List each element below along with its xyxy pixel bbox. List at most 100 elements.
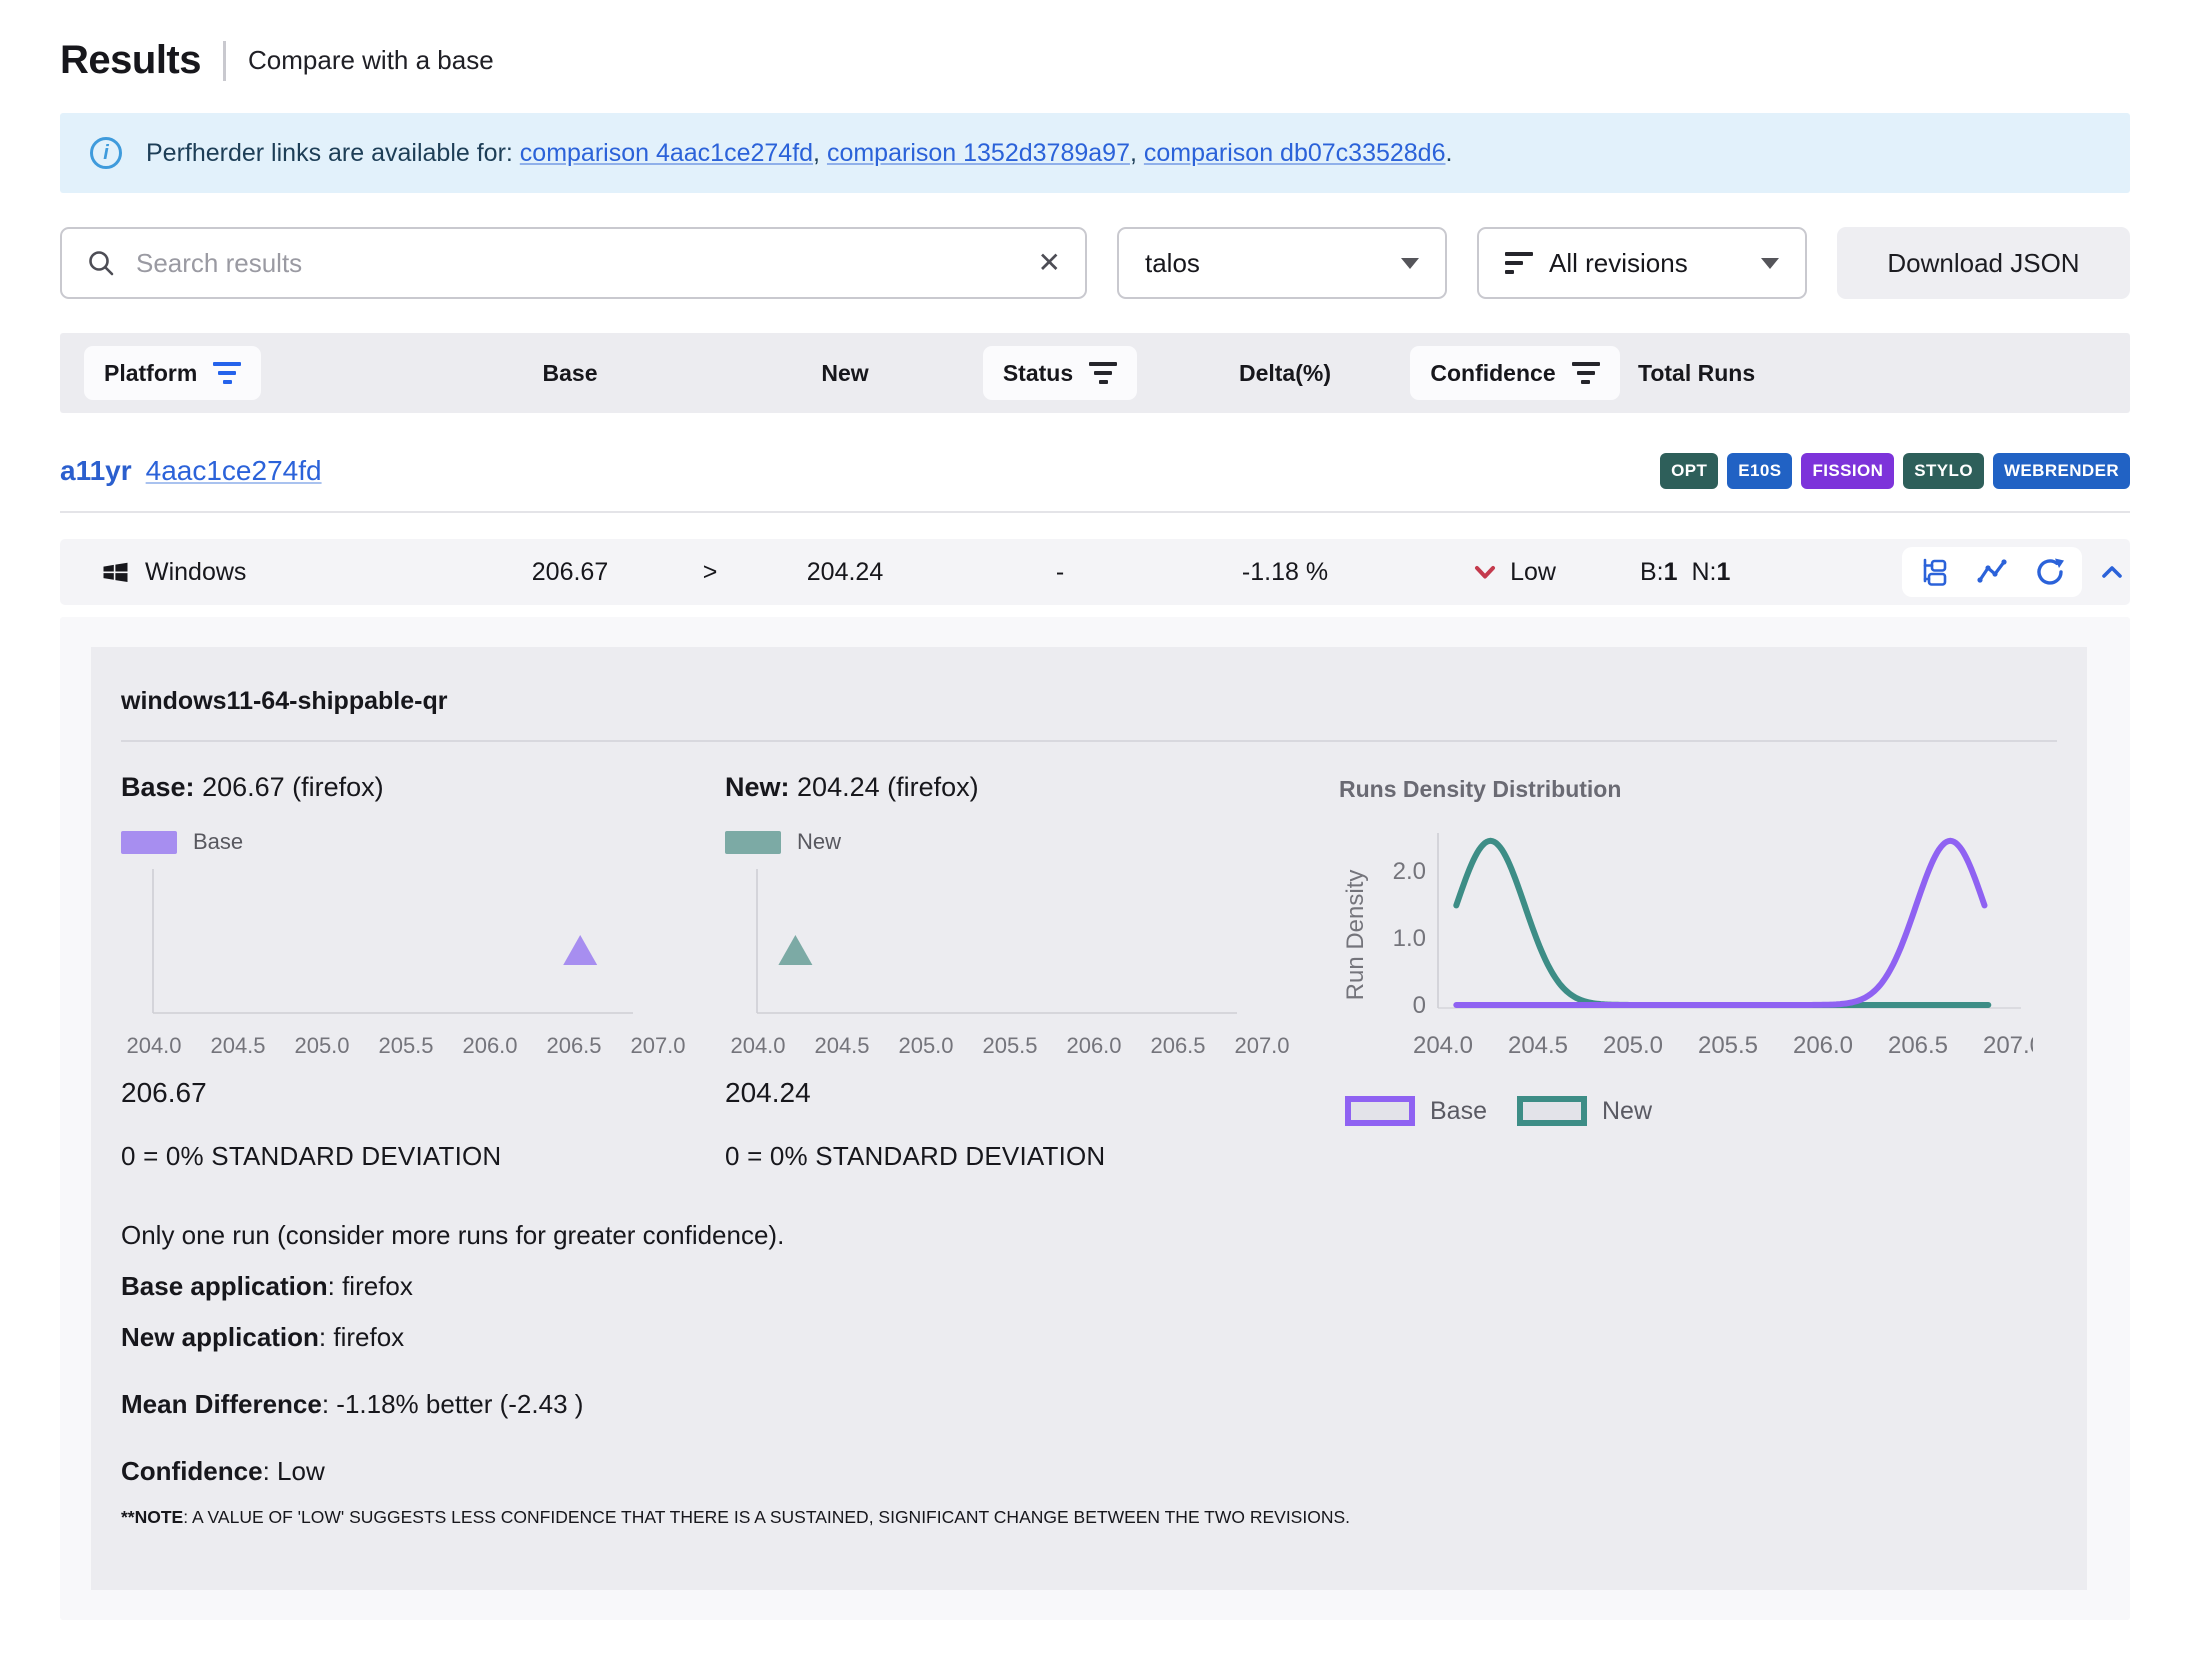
suite-row: a11yr 4aac1ce274fd OPTE10SFISSIONSTYLOWE… xyxy=(60,453,2130,489)
comparison-link[interactable]: comparison 1352d3789a97 xyxy=(827,139,1130,167)
svg-text:205.5: 205.5 xyxy=(378,1033,433,1058)
search-box[interactable]: ✕ xyxy=(60,227,1087,299)
legend-label: New xyxy=(1602,1097,1652,1126)
total-runs-column-label: Total Runs xyxy=(1620,360,1820,387)
new-distribution-column: New: 204.24 (firefox) New 204.0204.5205.… xyxy=(725,772,1333,1172)
base-legend-swatch xyxy=(121,831,177,854)
status-column-label: Status xyxy=(1003,360,1073,387)
base-distribution-column: Base: 206.67 (firefox) Base 204.0 204.5 20… xyxy=(121,772,725,1172)
confidence-line: Confidence: Low xyxy=(121,1456,2057,1487)
framework-select[interactable]: talos xyxy=(1117,227,1447,299)
svg-text:204.5: 204.5 xyxy=(814,1033,869,1058)
status-filter-button[interactable]: Status xyxy=(983,346,1137,400)
test-detail-panel: windows11-64-shippable-qr Base: 206.67 (… xyxy=(91,647,2087,1590)
density-legend: Base New xyxy=(1345,1096,2057,1126)
svg-text:204.0: 204.0 xyxy=(1413,1032,1473,1059)
comparison-link[interactable]: comparison db07c33528d6 xyxy=(1144,139,1446,167)
windows-icon xyxy=(102,559,129,586)
platform-comparison-row: Windows 206.67 > 204.24 - -1.18 % Low B:… xyxy=(60,539,2130,605)
confidence-column-label: Confidence xyxy=(1430,360,1555,387)
revisions-select[interactable]: All revisions xyxy=(1477,227,1807,299)
results-controls: ✕ talos All revisions Download JSON xyxy=(60,227,2130,299)
filter-icon xyxy=(213,362,241,384)
svg-text:205.5: 205.5 xyxy=(1698,1032,1758,1059)
delta-value: -1.18 % xyxy=(1160,558,1410,587)
platform-name: Windows xyxy=(145,558,246,587)
regression-down-icon xyxy=(1474,565,1496,580)
page-header: Results Compare with a base xyxy=(60,38,2130,83)
suite-name-link[interactable]: a11yr xyxy=(60,455,132,487)
runs-density-chart: 01.02.0204.0204.5205.0205.5206.0206.5207… xyxy=(1333,805,2033,1065)
new-runs-chart: 204.0204.5205.0205.5206.0206.5207.0 xyxy=(725,861,1295,1066)
new-application-line: New application: firefox xyxy=(121,1322,2057,1353)
badge-webrender: WEBRENDER xyxy=(1993,453,2130,489)
download-json-button[interactable]: Download JSON xyxy=(1837,227,2130,299)
search-input[interactable] xyxy=(134,247,1020,280)
svg-text:205.0: 205.0 xyxy=(294,1033,349,1058)
new-mean-value: 204.24 xyxy=(725,1077,1333,1109)
perfherder-results-page: Results Compare with a base i Perfherder… xyxy=(0,0,2190,1660)
delta-column-label: Delta(%) xyxy=(1160,360,1410,387)
base-heading: Base: 206.67 (firefox) xyxy=(121,772,725,803)
revisions-selected-value: All revisions xyxy=(1549,248,1688,279)
svg-text:2.0: 2.0 xyxy=(1393,858,1426,885)
framework-selected-value: talos xyxy=(1145,248,1200,279)
base-mini-legend: Base xyxy=(121,829,725,855)
filter-icon xyxy=(1089,362,1117,384)
search-icon xyxy=(86,248,116,278)
svg-text:205.0: 205.0 xyxy=(1603,1032,1663,1059)
page-title: Results xyxy=(60,38,201,83)
svg-text:204.0: 204.0 xyxy=(126,1033,181,1058)
suite-divider xyxy=(60,511,2130,513)
svg-text:206.5: 206.5 xyxy=(546,1033,601,1058)
badge-opt: OPT xyxy=(1660,453,1718,489)
new-stddev: 0 = 0% STANDARD DEVIATION xyxy=(725,1141,1333,1172)
runs-density-column: Runs Density Distribution 01.02.0204.020… xyxy=(1333,772,2057,1172)
confidence-note: **NOTE: A VALUE OF 'LOW' SUGGESTS LESS C… xyxy=(121,1507,2057,1528)
chevron-down-icon xyxy=(1761,258,1779,269)
test-name: windows11-64-shippable-qr xyxy=(121,673,2057,740)
collapse-row-icon[interactable] xyxy=(2100,564,2124,580)
chevron-down-icon xyxy=(1401,258,1419,269)
svg-text:206.5: 206.5 xyxy=(1150,1033,1205,1058)
info-icon: i xyxy=(90,137,122,169)
svg-text:206.0: 206.0 xyxy=(1066,1033,1121,1058)
suite-revision-link[interactable]: 4aac1ce274fd xyxy=(146,455,322,487)
banner-suffix: . xyxy=(1446,139,1453,167)
new-legend-swatch xyxy=(725,831,781,854)
total-runs-value: B:1 N:1 xyxy=(1620,558,1820,587)
graph-icon[interactable] xyxy=(1976,556,2008,588)
base-value: 206.67 xyxy=(450,558,690,587)
clear-search-icon[interactable]: ✕ xyxy=(1038,249,1061,277)
legend-swatch xyxy=(1345,1096,1415,1126)
svg-text:0: 0 xyxy=(1413,992,1426,1019)
base-legend-label: Base xyxy=(193,829,243,855)
platform-column-label: Platform xyxy=(104,360,197,387)
base-column-label: Base xyxy=(450,360,690,387)
comparison-link[interactable]: comparison 4aac1ce274fd xyxy=(520,139,813,167)
filter-icon xyxy=(1572,362,1600,384)
panel-divider xyxy=(121,740,2057,742)
svg-text:206.0: 206.0 xyxy=(462,1033,517,1058)
page-subtitle: Compare with a base xyxy=(248,45,494,76)
mean-difference-line: Mean Difference: -1.18% better (-2.43 ) xyxy=(121,1389,2057,1420)
legend-label: Base xyxy=(1430,1097,1487,1126)
banner-text: Perfherder links are available for: comp… xyxy=(146,139,1452,168)
badge-fission: FISSION xyxy=(1801,453,1894,489)
perfherder-links-banner: i Perfherder links are available for: co… xyxy=(60,113,2130,193)
detail-notes: Only one run (consider more runs for gre… xyxy=(121,1220,2057,1528)
runs-note: Only one run (consider more runs for gre… xyxy=(121,1220,2057,1251)
svg-text:207.0: 207.0 xyxy=(1234,1033,1289,1058)
retrigger-icon[interactable] xyxy=(2034,556,2066,588)
new-value: 204.24 xyxy=(730,558,960,587)
suite-badges: OPTE10SFISSIONSTYLOWEBRENDER xyxy=(1660,453,2130,489)
density-legend-item: New xyxy=(1517,1096,1652,1126)
subtests-icon[interactable] xyxy=(1918,556,1950,588)
svg-text:204.5: 204.5 xyxy=(210,1033,265,1058)
row-actions xyxy=(1902,547,2082,597)
legend-swatch xyxy=(1517,1096,1587,1126)
confidence-filter-button[interactable]: Confidence xyxy=(1410,346,1619,400)
results-table-header: Platform Base New Status Delta(%) Confid… xyxy=(60,333,2130,413)
platform-filter-button[interactable]: Platform xyxy=(84,346,261,400)
new-mini-legend: New xyxy=(725,829,1333,855)
